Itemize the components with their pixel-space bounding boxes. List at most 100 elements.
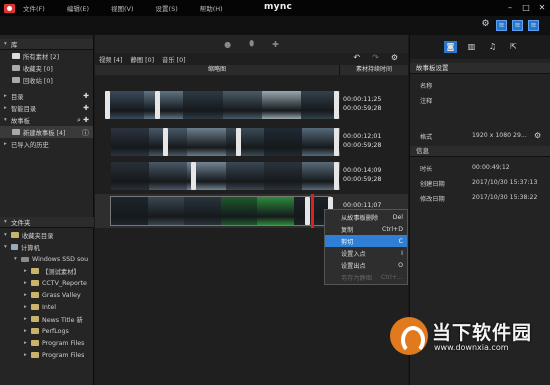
tab-camera-icon[interactable]: ◙ xyxy=(444,41,457,53)
undo-icon[interactable]: ↶ xyxy=(353,53,360,62)
imported-history-row[interactable]: ▸ 已导入的历史 xyxy=(0,138,93,150)
gear-icon[interactable]: ⚙ xyxy=(480,20,491,31)
storyboard-item-new[interactable]: 新建故事板 [4] ⓘ xyxy=(0,126,93,138)
folder-icon xyxy=(31,340,39,346)
folder-item[interactable]: ▸ News Title 新 xyxy=(0,313,94,325)
expand-arrow-icon[interactable]: ▸ xyxy=(24,316,31,322)
expand-arrow-icon[interactable]: ▸ xyxy=(24,340,31,346)
expand-arrow-icon[interactable]: ▾ xyxy=(4,232,11,238)
expand-arrow-icon[interactable]: ▸ xyxy=(24,352,31,358)
context-menu-item[interactable]: 设置入点 I xyxy=(325,247,407,259)
library-item-favorites[interactable]: 收藏夹 [0] xyxy=(0,62,93,74)
filter-video[interactable]: 视频 [4] xyxy=(99,55,123,64)
context-menu-item[interactable]: 从故事板删除 Del xyxy=(325,211,407,223)
expand-arrow-icon[interactable]: ▸ xyxy=(24,268,31,274)
clip-thumbnails[interactable] xyxy=(105,91,340,119)
folder-item[interactable]: ▸ Program Files xyxy=(0,349,94,361)
layout-left-icon[interactable]: ≡ xyxy=(496,20,507,31)
menu-settings[interactable]: 设置(S) xyxy=(156,3,178,13)
trim-handle[interactable] xyxy=(105,91,110,119)
trim-handle[interactable] xyxy=(163,128,168,156)
expand-arrow-icon[interactable]: ▾ xyxy=(4,244,11,250)
clip-frame xyxy=(220,197,257,225)
library-header[interactable]: ▾ 库 xyxy=(0,39,93,50)
modified-row: 修改日期 2017/10/30 15:38:22 xyxy=(420,194,538,203)
add-catalog-icon[interactable]: ✚ xyxy=(83,92,89,100)
filter-still[interactable]: 静图 [0] xyxy=(131,55,155,64)
tab-export-icon[interactable]: ⇱ xyxy=(507,41,520,53)
trim-handle[interactable] xyxy=(236,128,241,156)
add-smart-catalog-icon[interactable]: ✚ xyxy=(83,104,89,112)
expand-arrow-icon[interactable]: ▸ xyxy=(24,292,31,298)
expand-arrow-icon[interactable]: ▸ xyxy=(24,304,31,310)
clip-duration: 00:00:11;25 00:00:59;28 xyxy=(343,95,381,113)
gear-icon[interactable]: ⚙ xyxy=(534,131,541,140)
expand-arrow-icon[interactable]: ▸ xyxy=(24,328,31,334)
col-duration[interactable]: 素材持续时间 xyxy=(340,65,408,75)
layout-center-icon[interactable]: ≡ xyxy=(512,20,523,31)
clip-duration: 00:00:12;01 00:00:59;28 xyxy=(343,132,381,150)
clip-thumbnails[interactable] xyxy=(111,162,340,190)
menu-edit[interactable]: 编辑(E) xyxy=(67,3,89,13)
add-icon[interactable]: ✚ xyxy=(272,40,279,49)
maximize-icon[interactable]: □ xyxy=(521,3,531,13)
clip-thumbnails[interactable] xyxy=(110,196,331,226)
context-menu-item[interactable]: 另存为静图 Ctrl+... xyxy=(325,271,407,283)
folder-item[interactable]: ▸ CCTV_Reporte xyxy=(0,277,94,289)
trim-handle[interactable] xyxy=(334,162,339,190)
trim-handle[interactable] xyxy=(305,197,310,225)
settings-icon[interactable]: ⚙ xyxy=(391,53,398,62)
trim-handle[interactable] xyxy=(155,91,160,119)
close-icon[interactable]: ✕ xyxy=(537,3,547,13)
trim-handle[interactable] xyxy=(334,128,339,156)
storyboard-row[interactable]: ▾ 故事板 ⌕ ✚ xyxy=(0,114,93,126)
library-item-all[interactable]: 所有素材 [2] xyxy=(0,50,93,62)
info-icon[interactable]: ⓘ xyxy=(82,128,89,138)
folder-item[interactable]: ▸ Intel xyxy=(0,301,94,313)
clip-row[interactable]: 00:00:12;01 00:00:59;28 xyxy=(95,125,408,159)
cut-marker[interactable] xyxy=(311,194,314,228)
menu-view[interactable]: 视图(V) xyxy=(111,3,134,13)
clip-frame xyxy=(222,91,262,119)
folders-header[interactable]: ▾ 文件夹 xyxy=(0,217,94,228)
folder-item[interactable]: ▾ 计算机 xyxy=(0,241,94,253)
redo-icon[interactable]: ↷ xyxy=(372,53,379,62)
storyboard-settings-header: 故事板设置 xyxy=(410,63,550,74)
menu-file[interactable]: 文件(F) xyxy=(23,3,45,13)
folder-item[interactable]: ▸ Program Files xyxy=(0,337,94,349)
context-menu-item[interactable]: 剪切 C xyxy=(325,235,407,247)
search-icon[interactable]: ⌕ ✚ xyxy=(77,116,89,125)
folder-item[interactable]: ▸ PerfLogs xyxy=(0,325,94,337)
tab-clip-icon[interactable]: ▥ xyxy=(465,41,478,53)
all-media-icon xyxy=(12,53,20,59)
layout-right-icon[interactable]: ≡ xyxy=(528,20,539,31)
folder-label: Program Files xyxy=(42,339,85,347)
expand-arrow-icon[interactable]: ▾ xyxy=(14,256,21,262)
smart-catalog-row[interactable]: ▸ 智能目录 ✚ xyxy=(0,102,93,114)
clip-row[interactable]: 00:00:14;09 00:00:59;28 xyxy=(95,159,408,193)
menu-help[interactable]: 帮助(H) xyxy=(200,3,223,13)
marker-icon[interactable]: ⬮ xyxy=(249,39,254,49)
catalog-row[interactable]: ▸ 目录 ✚ xyxy=(0,90,93,102)
folder-label: 收藏夹目录 xyxy=(22,232,54,240)
trim-handle[interactable] xyxy=(334,91,339,119)
clip-row[interactable]: 00:00:11;25 00:00:59;28 xyxy=(95,88,408,122)
folder-item[interactable]: ▸ 【测试素材】 xyxy=(0,265,94,277)
clip-thumbnails[interactable] xyxy=(111,128,340,156)
menu-item-shortcut: Del xyxy=(392,213,403,221)
format-row: 格式 1920 x 1080 29... ⚙ xyxy=(420,131,542,141)
folder-item[interactable]: ▾ 收藏夹目录 xyxy=(0,229,94,241)
tab-music-icon[interactable]: ♫ xyxy=(486,41,499,53)
minimize-icon[interactable]: – xyxy=(505,3,515,13)
folder-item[interactable]: ▾ Windows SSD sou xyxy=(0,253,94,265)
folder-item[interactable]: ▸ Grass Valley xyxy=(0,289,94,301)
col-thumbnails[interactable]: 缩略图 xyxy=(95,65,340,75)
context-menu-item[interactable]: 复制 Ctrl+D xyxy=(325,223,407,235)
prev-icon[interactable]: ● xyxy=(224,40,231,49)
trim-handle[interactable] xyxy=(191,162,196,190)
context-menu-item[interactable]: 设置出点 O xyxy=(325,259,407,271)
expand-arrow-icon[interactable]: ▸ xyxy=(24,280,31,286)
filter-music[interactable]: 音乐 [0] xyxy=(162,55,186,64)
clip-frame xyxy=(225,128,264,156)
library-item-trash[interactable]: 回收站 [0] xyxy=(0,74,93,86)
